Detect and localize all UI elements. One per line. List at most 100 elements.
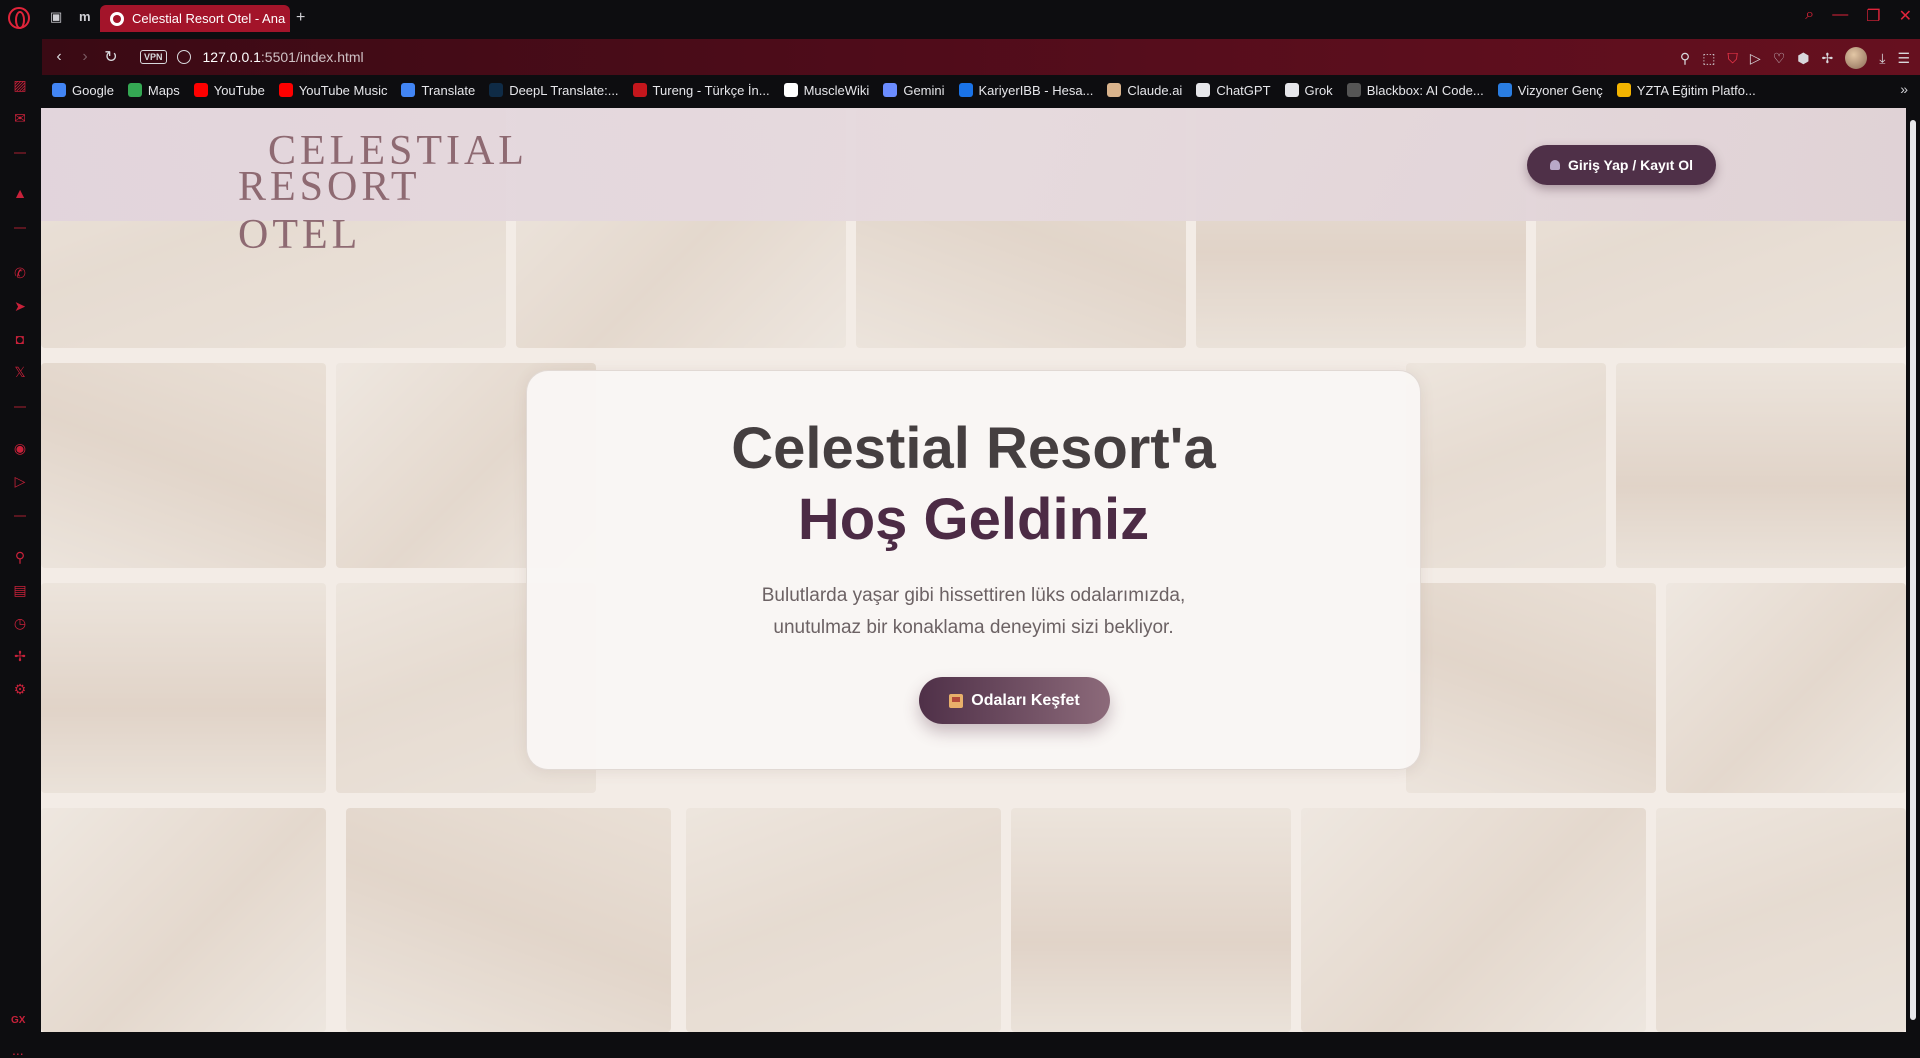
instagram-icon[interactable]: ◘ [12, 331, 28, 347]
bookmark-item[interactable]: ChatGPT [1196, 82, 1271, 98]
tab-islands-icon[interactable]: ▣ [50, 9, 62, 25]
tab-title: Celestial Resort Otel - Ana [132, 11, 286, 26]
sidebar-more-icon[interactable]: ... [12, 1042, 24, 1058]
bookmark-favicon-icon [127, 83, 142, 97]
page-scrollbar[interactable] [1906, 108, 1920, 1032]
page-viewport: CELESTIAL RESORT OTEL Giriş Yap / Kayıt … [41, 108, 1906, 1032]
pin-icon[interactable]: ⚲ [1680, 50, 1690, 67]
bookmark-label: DeepL Translate:... [509, 82, 619, 98]
bookmark-item[interactable]: Vizyoner Genç [1497, 82, 1603, 98]
logo-line-2: RESORT OTEL [238, 164, 420, 258]
download-icon[interactable]: ⤓ [1879, 50, 1885, 67]
tabs-icon[interactable]: ▤ [12, 582, 28, 598]
history-icon[interactable]: ◷ [12, 615, 28, 631]
bookmark-item[interactable]: Grok [1284, 83, 1333, 98]
address-bar-actions: ⚲ ⬚ ⛉ ▷ ♡ ⬢ ✢ ⤓ ☰ [1680, 47, 1910, 69]
bookmark-label: Maps [147, 82, 180, 98]
browser-window: ▣ m Celestial Resort Otel - Ana + ⌕ — ❐ … [0, 0, 1920, 1058]
minimize-icon[interactable]: — [1832, 6, 1848, 26]
site-logo[interactable]: CELESTIAL RESORT OTEL [238, 125, 548, 258]
bookmark-item[interactable]: YouTube [193, 82, 265, 98]
sidebar-divider [14, 152, 26, 154]
bookmark-item[interactable]: MuscleWiki [783, 82, 870, 98]
workspace-icon[interactable]: m [79, 9, 91, 24]
bookmark-label: Google [72, 82, 114, 98]
bookmark-item[interactable]: DeepL Translate:... [489, 82, 619, 98]
opera-logo-icon[interactable] [8, 7, 30, 29]
url-path: :5501/index.html [260, 49, 364, 65]
settings-gear-icon[interactable]: ⚙ [12, 681, 28, 697]
bookmark-item[interactable]: Translate [401, 83, 475, 98]
profile-avatar[interactable] [1845, 47, 1868, 69]
sidebar-divider [14, 515, 26, 517]
bookmark-favicon-icon [958, 83, 973, 97]
hero-title-line-1: Celestial Resort'a [731, 416, 1216, 481]
url-field[interactable]: 127.0.0.1:5501/index.html [203, 49, 364, 65]
bookmark-favicon-icon [278, 83, 293, 97]
bookmark-label: YouTube Music [298, 82, 388, 98]
puzzle-icon[interactable]: ✢ [1822, 50, 1834, 67]
bookmark-label: Vizyoner Genç [1517, 82, 1603, 98]
bookmark-label: Gemini [903, 82, 945, 98]
player-icon[interactable]: ▷ [1750, 50, 1761, 67]
site-favicon-icon [110, 11, 124, 26]
extensions-icon[interactable]: ✢ [12, 648, 28, 664]
bookmark-item[interactable]: YouTube Music [278, 82, 388, 98]
bookmark-item[interactable]: Tureng - Türkçe İn... [632, 83, 770, 98]
bookmark-item[interactable]: Blackbox: AI Code... [1346, 83, 1484, 98]
flow-icon[interactable]: ▷ [12, 473, 28, 489]
search-tabs-icon[interactable]: ⌕ [1805, 6, 1814, 26]
bookmark-favicon-icon [52, 83, 66, 97]
bookmark-item[interactable]: Maps [127, 82, 180, 98]
vpn-badge[interactable]: VPN [140, 50, 167, 64]
bookmark-label: YouTube [213, 82, 265, 98]
pinboard-icon[interactable]: ⚲ [12, 549, 28, 565]
reload-icon[interactable]: ↻ [98, 47, 124, 67]
gx-label[interactable]: GX [11, 1015, 25, 1026]
close-window-icon[interactable]: ✕ [1899, 6, 1912, 26]
bookmark-label: KariyerIBB - Hesa... [978, 82, 1094, 98]
tab-active[interactable]: Celestial Resort Otel - Ana [100, 5, 290, 32]
more-bookmarks-icon[interactable]: » [1900, 81, 1908, 97]
telegram-icon[interactable]: ➤ [12, 298, 28, 314]
login-register-label: Giriş Yap / Kayıt Ol [1567, 157, 1693, 173]
whatsapp-icon[interactable]: ✆ [12, 265, 28, 281]
bookmark-favicon-icon [883, 83, 898, 97]
x-twitter-icon[interactable]: 𝕏 [12, 364, 28, 380]
gmail-icon[interactable]: ✉ [12, 110, 28, 126]
aria-icon[interactable]: ▲ [12, 185, 28, 201]
bookmark-favicon-icon [1107, 83, 1122, 97]
bookmark-item[interactable]: Claude.ai [1107, 83, 1182, 98]
url-host: 127.0.0.1 [202, 49, 261, 65]
adblock-shield-icon[interactable]: ⛉ [1727, 50, 1738, 67]
restore-icon[interactable]: ❐ [1866, 6, 1880, 26]
menu-icon[interactable]: ☰ [1897, 50, 1910, 67]
bookmark-item[interactable]: Google [52, 83, 114, 98]
address-bar: ‹ › ↻ VPN 127.0.0.1:5501/index.html ⚲ ⬚ … [42, 39, 1920, 75]
bookmark-favicon-icon [1284, 83, 1299, 97]
new-tab-button[interactable]: + [296, 9, 305, 27]
music-player-icon[interactable]: ◉ [12, 440, 28, 456]
heart-icon[interactable]: ♡ [1773, 50, 1786, 67]
explore-rooms-button[interactable]: Odaları Keşfet [919, 677, 1110, 724]
login-register-button[interactable]: Giriş Yap / Kayıt Ol [1527, 145, 1716, 185]
bookmark-favicon-icon [1497, 83, 1512, 97]
bookmark-item[interactable]: KariyerIBB - Hesa... [958, 82, 1094, 98]
scrollbar-thumb[interactable] [1910, 120, 1916, 1020]
extension-icon[interactable]: ⬢ [1797, 50, 1809, 67]
snapshot-icon[interactable]: ⬚ [1702, 50, 1715, 67]
tab-strip: ▣ m Celestial Resort Otel - Ana + ⌕ — ❐ … [0, 0, 1920, 37]
bookmark-item[interactable]: YZTA Eğitim Platfo... [1616, 83, 1756, 98]
bookmark-favicon-icon [1346, 83, 1361, 97]
bookmark-label: MuscleWiki [803, 82, 870, 98]
site-info-icon[interactable] [176, 50, 191, 64]
bookmark-item[interactable]: Gemini [883, 82, 945, 98]
forward-icon[interactable]: › [72, 48, 98, 66]
bookmark-favicon-icon [632, 83, 647, 97]
back-icon[interactable]: ‹ [46, 48, 72, 66]
hero-subtitle-line-1: Bulutlarda yaşar gibi hissettiren lüks o… [761, 585, 1186, 606]
sidebar-divider [14, 406, 26, 408]
explore-rooms-label: Odaları Keşfet [971, 691, 1080, 709]
bookmark-label: ChatGPT [1216, 82, 1271, 98]
workspace-stripes-icon[interactable]: ▨ [12, 77, 28, 93]
